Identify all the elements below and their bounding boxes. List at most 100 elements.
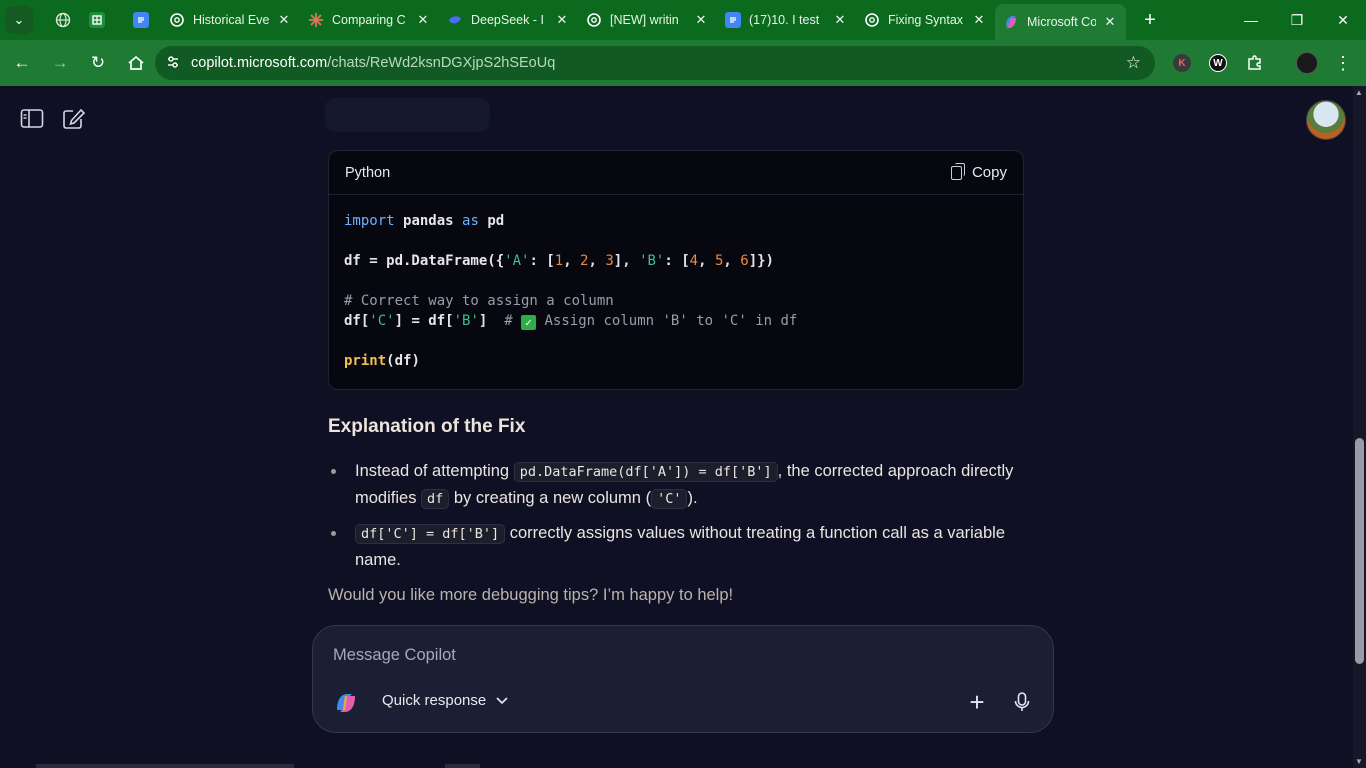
code-number: 1 (554, 253, 564, 269)
close-icon[interactable]: ✕ (693, 12, 709, 28)
url-text: copilot.microsoft.com/chats/ReWd2ksnDGXj… (191, 55, 555, 71)
scroll-down-icon[interactable]: ▼ (1355, 757, 1363, 766)
code-keyword: as (462, 213, 479, 229)
back-button[interactable]: ← (4, 45, 40, 81)
tab-title: Comparing C (332, 13, 406, 27)
tab-docs[interactable] (125, 4, 161, 36)
close-icon[interactable]: ✕ (554, 12, 570, 28)
divider (36, 764, 294, 768)
close-icon[interactable]: ✕ (971, 12, 987, 28)
code-string: 'A' (504, 253, 530, 269)
profile-button[interactable] (1292, 48, 1322, 78)
code-comment: # Correct way to assign a column (344, 293, 614, 309)
close-icon[interactable]: ✕ (276, 12, 292, 28)
response-mode-selector[interactable]: Quick response (382, 692, 508, 709)
extension-k[interactable]: K (1167, 48, 1197, 78)
minimize-icon: — (1244, 12, 1258, 28)
code-text: ]}) (748, 253, 774, 269)
tab-globe[interactable] (47, 4, 81, 36)
code-string: 'C' (369, 313, 395, 329)
copy-icon (950, 162, 965, 180)
code-text: , (698, 253, 715, 269)
code-alias: pd (487, 213, 505, 229)
tab-fixing[interactable]: Fixing Syntax ✕ (856, 4, 995, 36)
code-text: ] = df[ (394, 313, 454, 329)
arrow-left-icon: ← (13, 53, 31, 72)
code-module: pandas (403, 213, 454, 229)
extension-w[interactable]: W (1203, 48, 1233, 78)
code-number: 6 (740, 253, 749, 269)
page-scrollbar[interactable]: ▲ ▼ (1353, 86, 1366, 768)
code-content: import pandas as pd df = pd.DataFrame({'… (329, 195, 1023, 387)
inline-code: 'C' (651, 489, 688, 509)
profile-avatar (1296, 52, 1318, 74)
explanation-list: Instead of attempting pd.DataFrame(df['A… (328, 458, 1018, 581)
close-icon[interactable]: ✕ (415, 12, 431, 28)
browser-toolbar: ← → ↻ copilot.microsoft.com/chats/ReWd2k… (0, 40, 1366, 86)
microphone-icon (1014, 692, 1030, 711)
divider (445, 764, 480, 768)
forward-button[interactable]: → (42, 45, 78, 81)
inline-code: pd.DataFrame(df['A']) = df['B'] (513, 462, 778, 482)
code-text: df = pd.DataFrame({ (344, 253, 505, 269)
address-bar[interactable]: copilot.microsoft.com/chats/ReWd2ksnDGXj… (155, 46, 1155, 80)
explanation-heading: Explanation of the Fix (328, 416, 526, 437)
inline-code: df['C'] = df['B'] (355, 524, 506, 544)
list-item: df['C'] = df['B'] correctly assigns valu… (328, 520, 1018, 573)
code-keyword: import (344, 213, 395, 229)
tab-deepseek[interactable]: DeepSeek - I ✕ (439, 4, 578, 36)
add-attachment-button[interactable]: + (961, 686, 993, 718)
extensions-button[interactable] (1240, 48, 1270, 78)
restore-button[interactable]: ❐ (1274, 0, 1320, 40)
tab-writing[interactable]: [NEW] writin ✕ (578, 4, 717, 36)
site-info-icon[interactable] (155, 54, 191, 73)
tab-title: [NEW] writin (610, 13, 679, 27)
tab-test[interactable]: (17)10. I test ✕ (717, 4, 856, 36)
message-input[interactable] (333, 640, 1023, 670)
copy-code-button[interactable]: Copy (950, 162, 1007, 181)
close-icon[interactable]: ✕ (1102, 14, 1118, 30)
more-vertical-icon: ⋮ (1334, 52, 1352, 73)
reload-icon: ↻ (90, 53, 106, 72)
docs-icon (725, 12, 741, 28)
close-icon[interactable]: ✕ (832, 12, 848, 28)
new-tab-button[interactable]: + (1136, 6, 1164, 34)
close-window-button[interactable]: ✕ (1320, 0, 1366, 40)
followup-text: Would you like more debugging tips? I’m … (328, 586, 734, 604)
tab-title: Historical Eve (193, 13, 270, 27)
check-mark-icon: ✓ (521, 315, 537, 330)
tab-sheets[interactable] (81, 4, 125, 36)
reload-button[interactable]: ↻ (80, 45, 116, 81)
scrollbar-thumb[interactable] (1355, 438, 1364, 664)
close-icon: ✕ (1337, 11, 1349, 28)
url-host: copilot.microsoft.com (191, 55, 328, 71)
voice-input-button[interactable] (1006, 686, 1038, 718)
bookmark-star-icon[interactable]: ☆ (1126, 53, 1141, 73)
code-string: 'B' (453, 313, 479, 329)
code-text: , (563, 253, 581, 269)
sidebar-toggle-icon[interactable] (20, 108, 44, 130)
new-chat-icon[interactable] (62, 108, 86, 130)
menu-button[interactable]: ⋮ (1328, 48, 1358, 78)
copy-label: Copy (971, 164, 1007, 181)
message-composer: Quick response + (312, 625, 1054, 733)
plus-icon: + (969, 686, 985, 717)
user-avatar[interactable] (1306, 100, 1346, 140)
code-comment: Assign column 'B' to 'C' in df (536, 313, 798, 329)
code-comment: # (504, 313, 522, 329)
home-icon (128, 55, 144, 70)
code-text: ] (478, 313, 505, 329)
tab-comparing[interactable]: Comparing C ✕ (300, 4, 439, 36)
sheets-icon (89, 12, 105, 28)
code-text: ], (613, 253, 640, 269)
minimize-button[interactable]: — (1228, 0, 1274, 40)
tab-search-button[interactable]: ⌄ (5, 6, 33, 34)
copilot-page: Python Copy import pandas as pd df = pd.… (0, 86, 1366, 768)
home-button[interactable] (118, 45, 154, 81)
docs-icon (133, 12, 149, 28)
scroll-up-icon[interactable]: ▲ (1355, 88, 1363, 97)
code-number: 3 (605, 253, 614, 269)
tab-historical[interactable]: Historical Eve ✕ (161, 4, 300, 36)
window-controls: — ❐ ✕ (1228, 0, 1366, 40)
tab-copilot[interactable]: Microsoft Co ✕ (995, 4, 1126, 40)
